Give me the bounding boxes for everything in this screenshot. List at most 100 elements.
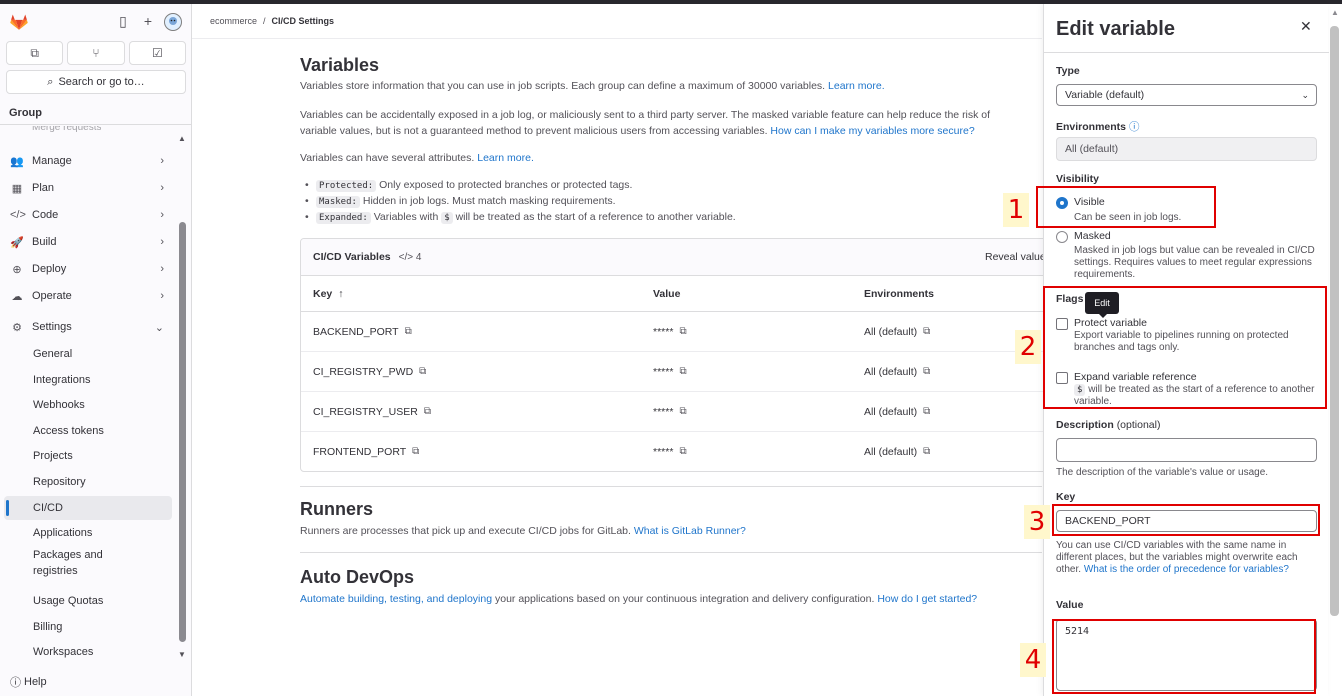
drawer-title: Edit variable [1056,18,1175,40]
learn-more-link[interactable]: Learn more. [828,80,885,92]
masked-option-desc: Masked in job logs but value can be reve… [1074,245,1315,280]
copy-icon[interactable]: ⧉ [679,406,686,417]
sidebar-item-build[interactable]: 🚀 Build › [4,230,172,254]
search-button[interactable]: ⌕ Search or go to… [6,70,186,94]
breadcrumb-group-link[interactable]: ecommerce [210,16,257,26]
masked-radio[interactable] [1056,231,1068,243]
sidebar-subitem-general[interactable]: General [4,342,172,366]
sidebar-subitem-projects[interactable]: Projects [4,444,172,468]
secure-variables-link[interactable]: How can I make my variables more secure? [770,125,974,137]
runners-title[interactable]: Runners [300,499,373,520]
attribute-code: Protected: [316,180,377,192]
todos-button[interactable]: ☑ [128,41,186,65]
copy-icon[interactable]: ⧉ [424,406,431,417]
sidebar-item-operate[interactable]: ☁ Operate › [4,284,172,308]
drawer-scrollbar[interactable] [1330,26,1339,616]
todo-icon: ☑ [151,46,163,60]
automate-link[interactable]: Automate building, testing, and deployin… [300,593,492,605]
copy-icon[interactable]: ⧉ [405,326,412,337]
table-row[interactable]: FRONTEND_PORT ⧉ ***** ⧉ All (default) ⧉ [301,432,1059,471]
annotation-box-key [1052,504,1320,536]
sidebar-scrollbar[interactable]: ▲ ▼ [176,134,190,664]
attributes-intro: Variables can have several attributes. L… [300,150,534,166]
avatar[interactable] [164,13,182,31]
sidebar-subitem-billing[interactable]: Billing [4,615,172,639]
what-is-runner-link[interactable]: What is GitLab Runner? [634,525,746,537]
variable-env: All (default) [864,405,918,418]
column-key-header[interactable]: Key ↑ [313,276,344,311]
get-started-link[interactable]: How do I get started? [877,593,977,605]
table-row[interactable]: BACKEND_PORT ⧉ ***** ⧉ All (default) ⧉ [301,312,1059,352]
sidebar-subitem-usage-quotas[interactable]: Usage Quotas [4,589,172,613]
copy-icon[interactable]: ⧉ [679,446,686,457]
search-label: Search or go to… [58,76,145,88]
scroll-up-arrow-icon[interactable]: ▲ [178,134,186,143]
sidebar-subitem-repository[interactable]: Repository [4,470,172,494]
precedence-link[interactable]: What is the order of precedence for vari… [1084,564,1289,575]
plus-icon[interactable]: + [140,13,156,29]
close-icon[interactable]: ✕ [1300,18,1312,35]
copy-icon[interactable]: ⧉ [923,446,930,457]
attribute-text: Only exposed to protected branches or pr… [379,179,633,191]
attributes-list: Protected: Only exposed to protected bra… [300,179,736,227]
merge-requests-button[interactable]: ⑂ [67,41,125,65]
drawer-scroll-up-icon[interactable]: ▲ [1331,8,1339,17]
copy-icon[interactable]: ⧉ [679,366,686,377]
reveal-values-toggle[interactable]: Reveal value [985,251,1046,263]
section-divider [300,552,1042,553]
copy-icon[interactable]: ⧉ [412,446,419,457]
table-row[interactable]: CI_REGISTRY_PWD ⧉ ***** ⧉ All (default) ⧉ [301,352,1059,392]
sidebar-subitem-applications[interactable]: Applications [4,521,172,545]
users-icon: 👥 [10,155,24,168]
key-cell: CI_REGISTRY_PWD ⧉ [313,352,426,391]
masked-option-title[interactable]: Masked [1074,230,1111,242]
autodevops-title[interactable]: Auto DevOps [300,567,414,588]
description-input[interactable] [1056,438,1317,462]
sidebar-subitem-webhooks[interactable]: Webhooks [4,393,172,417]
sidebar-subitem-workspaces[interactable]: Workspaces [4,640,172,664]
quick-actions: ⧉ ⑂ ☑ [6,41,186,65]
deploy-icon: ⊕ [12,263,22,276]
sidebar-subitem-cicd[interactable]: CI/CD [4,496,172,520]
annotation-number-2: 2 [1015,330,1041,364]
issues-button[interactable]: ⧉ [6,41,64,65]
env-cell: All (default) ⧉ [864,352,930,391]
question-circle-icon[interactable]: ⓘ [1129,121,1140,133]
scroll-down-arrow-icon[interactable]: ▼ [178,650,186,659]
variables-warning-line2: variable values, but is not a guaranteed… [300,123,1042,139]
variable-key: CI_REGISTRY_USER [313,405,418,418]
sidebar-toggle-icon[interactable]: ▯ [115,13,131,29]
annotation-box-visibility [1036,186,1216,228]
gear-icon: ⚙ [12,321,22,334]
copy-icon[interactable]: ⧉ [923,326,930,337]
column-key-label: Key [313,287,333,300]
copy-icon[interactable]: ⧉ [419,366,426,377]
sidebar-subitem-integrations[interactable]: Integrations [4,368,172,392]
sidebar-subitem-access-tokens[interactable]: Access tokens [4,419,172,443]
variable-value: ***** [653,365,674,378]
sidebar-item-merge-requests-partial[interactable]: Merge requests [32,126,101,134]
breadcrumb-current[interactable]: CI/CD Settings [272,16,335,26]
sidebar-item-settings[interactable]: ⚙ Settings ⌄ [4,315,172,339]
cloud-gear-icon: ☁ [11,290,23,303]
variable-count-value: 4 [415,251,422,263]
gitlab-logo-icon[interactable] [9,12,29,32]
key-label: Key [1056,491,1076,503]
attributes-learn-more-link[interactable]: Learn more. [477,152,534,164]
copy-icon[interactable]: ⧉ [923,366,930,377]
sidebar-item-plan[interactable]: ▦ Plan › [4,176,172,200]
table-row[interactable]: CI_REGISTRY_USER ⧉ ***** ⧉ All (default) ⧉ [301,392,1059,432]
cicd-variables-card: CI/CD Variables </> 4 Reveal value Key ↑ … [300,238,1060,472]
type-select[interactable]: Variable (default) ⌄ [1056,84,1317,106]
sidebar-scroll-thumb[interactable] [179,222,186,642]
help-button[interactable]: ⓘ Help [10,674,47,690]
copy-icon[interactable]: ⧉ [923,406,930,417]
sidebar-item-label: Manage [32,155,72,167]
sidebar-subitem-packages-registries[interactable]: Packages and registries [4,546,124,580]
copy-icon[interactable]: ⧉ [679,326,686,337]
sidebar-item-manage[interactable]: 👥 Manage › [4,149,172,173]
sidebar-item-deploy[interactable]: ⊕ Deploy › [4,257,172,281]
sidebar-item-code[interactable]: </> Code › [4,203,172,227]
annotation-box-value [1052,619,1316,694]
card-header: CI/CD Variables </> 4 Reveal value [301,239,1059,276]
